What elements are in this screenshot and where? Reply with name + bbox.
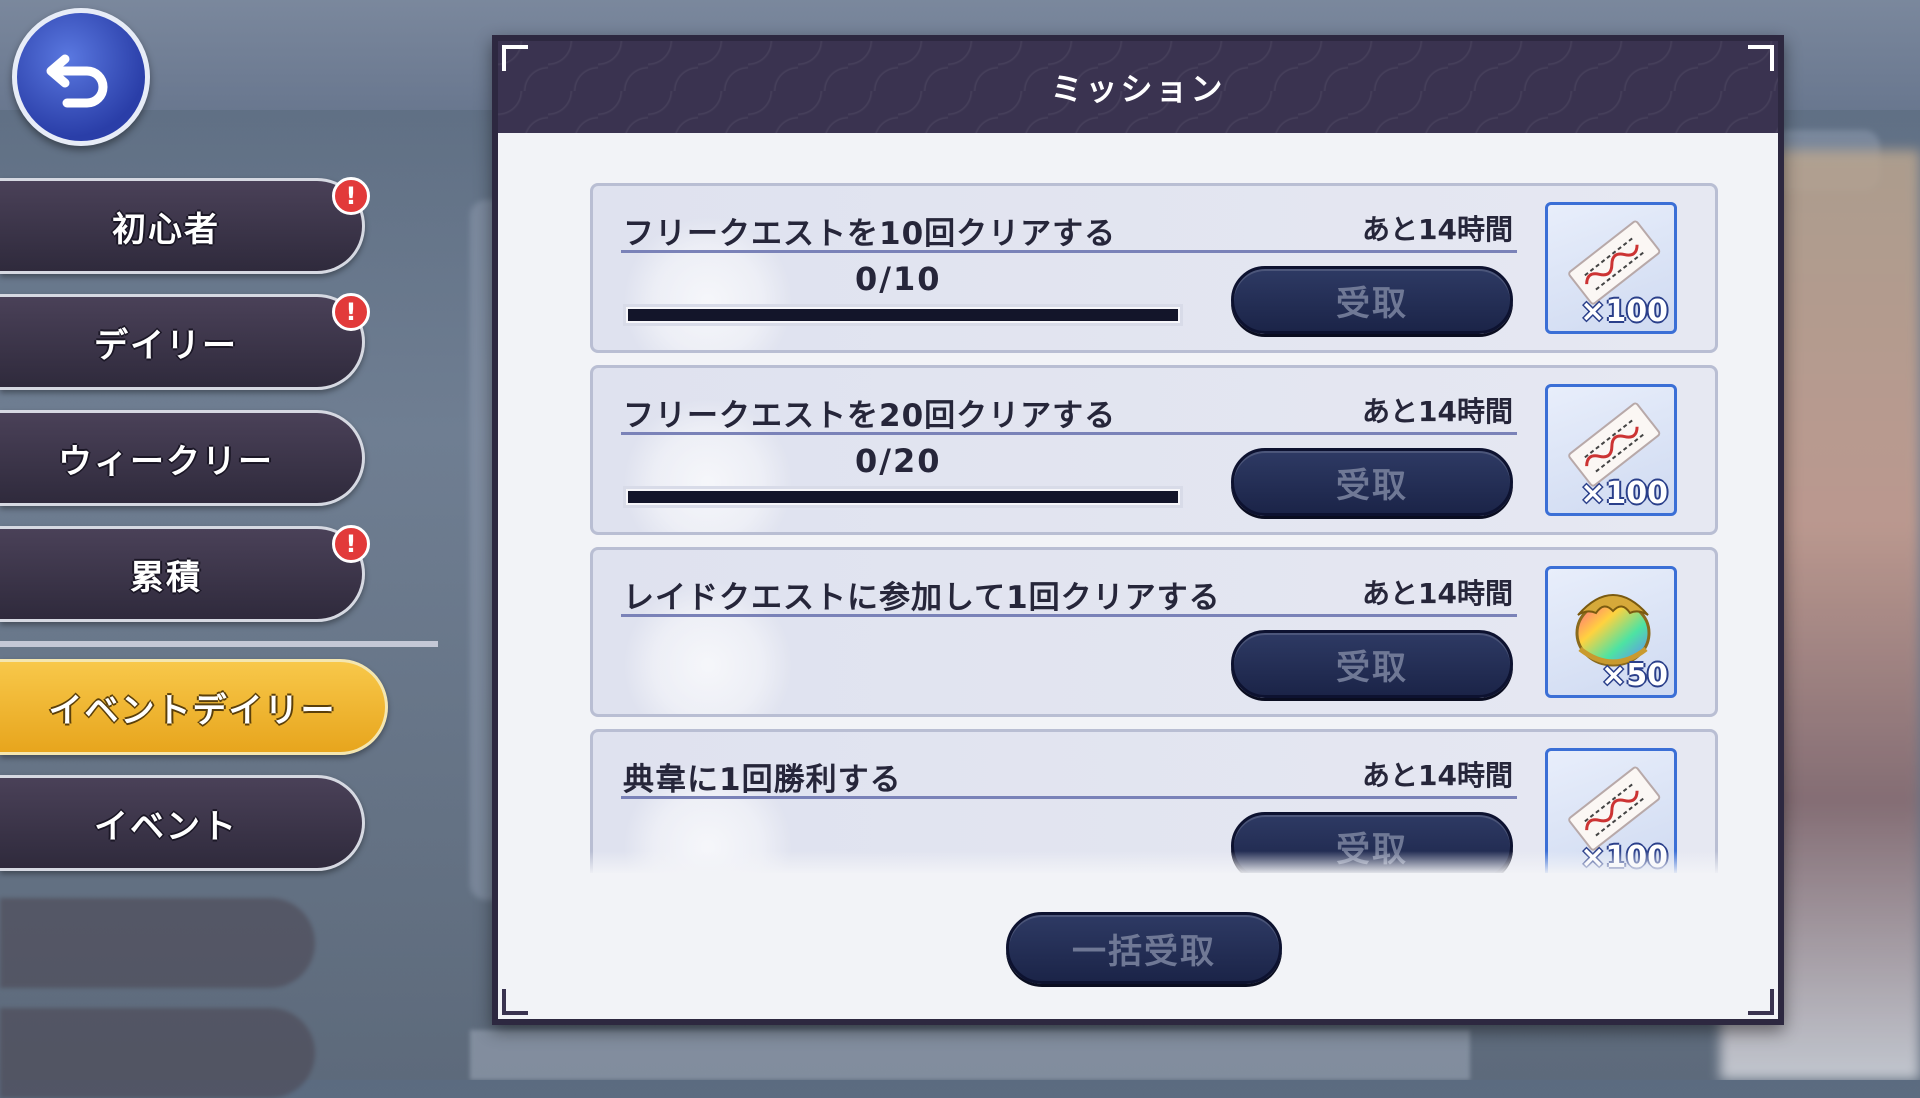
divider [621, 796, 1517, 799]
tab-divider [0, 641, 438, 647]
dialog-header: ミッション [498, 41, 1778, 133]
tab-label: イベント [94, 806, 238, 847]
reward-item[interactable]: ×50 [1545, 566, 1677, 698]
mission-time-left: あと14時間 [1362, 759, 1513, 792]
receive-button[interactable]: 受取 [1231, 448, 1513, 516]
receive-button-label: 受取 [1336, 283, 1408, 324]
tab-event[interactable]: イベント [0, 775, 365, 871]
mission-card: フリークエストを10回クリアする あと14時間 0/10 受取 ×100 [590, 183, 1718, 353]
frame-corner [1748, 989, 1774, 1015]
tab-label: 累積 [130, 557, 202, 598]
mission-card: レイドクエストに参加して1回クリアする あと14時間 受取 ×50 [590, 547, 1718, 717]
divider [621, 250, 1517, 253]
alert-badge-icon: ! [332, 525, 370, 563]
receive-button-label: 受取 [1336, 465, 1408, 506]
reward-quantity: ×50 [1601, 658, 1668, 693]
mission-time-left: あと14時間 [1362, 577, 1513, 610]
tab-beginner[interactable]: 初心者 ! [0, 177, 370, 274]
mission-card: フリークエストを20回クリアする あと14時間 0/20 受取 ×100 [590, 365, 1718, 535]
back-arrow-icon [46, 54, 108, 108]
alert-badge-icon: ! [332, 177, 370, 215]
tab-cumulative[interactable]: 累積 ! [0, 525, 370, 622]
mission-title: フリークエストを10回クリアする [623, 216, 1117, 252]
background-bottom-bar [470, 1030, 1470, 1080]
tab-label: ウィークリー [58, 441, 274, 482]
tab-daily[interactable]: デイリー ! [0, 293, 370, 390]
frame-corner [502, 45, 528, 71]
reward-item[interactable]: ×100 [1545, 384, 1677, 516]
background-tab [0, 898, 315, 988]
frame-corner [502, 989, 528, 1015]
mission-progress-text: 0/10 [855, 260, 942, 298]
progress-track [628, 309, 1178, 321]
mission-list[interactable]: フリークエストを10回クリアする あと14時間 0/10 受取 ×100 フリー… [590, 183, 1718, 873]
tab-label: 初心者 [112, 209, 220, 250]
receive-button[interactable]: 受取 [1231, 630, 1513, 698]
tab-weekly[interactable]: ウィークリー [0, 410, 365, 506]
receive-button-label: 受取 [1336, 647, 1408, 688]
background-tab [0, 1008, 315, 1098]
progress-bar [623, 486, 1183, 508]
tab-label: デイリー [94, 325, 238, 366]
tab-label: イベントデイリー [48, 690, 337, 731]
dialog-title: ミッション [1050, 70, 1226, 108]
mission-time-left: あと14時間 [1362, 213, 1513, 246]
progress-bar [623, 304, 1183, 326]
progress-track [628, 491, 1178, 503]
tab-event-daily[interactable]: イベントデイリー [0, 659, 388, 755]
divider [621, 614, 1517, 617]
list-fade [590, 851, 1718, 875]
mission-title: 典韋に1回勝利する [623, 762, 902, 798]
reward-item[interactable]: ×100 [1545, 202, 1677, 334]
receive-button[interactable]: 受取 [1231, 266, 1513, 334]
mission-title: レイドクエストに参加して1回クリアする [623, 580, 1221, 616]
alert-badge-icon: ! [332, 293, 370, 331]
mission-time-left: あと14時間 [1362, 395, 1513, 428]
frame-corner [1748, 45, 1774, 71]
bulk-receive-label: 一括受取 [1072, 931, 1216, 972]
bulk-receive-button[interactable]: 一括受取 [1006, 912, 1282, 984]
reward-quantity: ×100 [1580, 294, 1668, 329]
divider [621, 432, 1517, 435]
mission-dialog: ミッション フリークエストを10回クリアする あと14時間 0/10 受取 ×1… [492, 35, 1784, 1025]
mission-title: フリークエストを20回クリアする [623, 398, 1117, 434]
mission-progress-text: 0/20 [855, 442, 942, 480]
back-button[interactable] [12, 8, 150, 146]
reward-quantity: ×100 [1580, 476, 1668, 511]
